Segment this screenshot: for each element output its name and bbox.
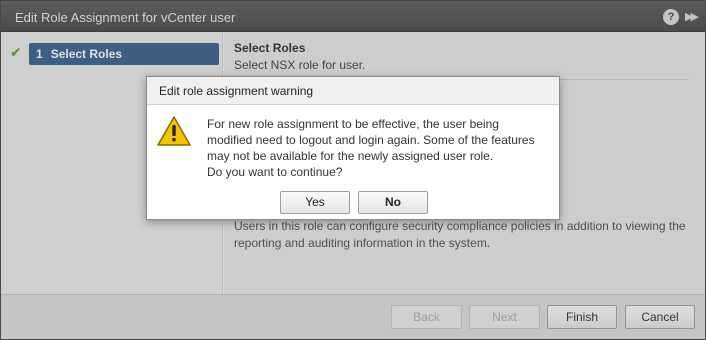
message-line: modified need to logout and login again.… — [207, 133, 535, 147]
dialog-message: For new role assignment to be effective,… — [207, 116, 547, 180]
message-line: Do you want to continue? — [207, 165, 343, 179]
dialog-header: Edit role assignment warning — [147, 77, 559, 105]
dialog-title: Edit role assignment warning — [159, 84, 314, 98]
message-line: may not be available for the newly assig… — [207, 149, 494, 163]
warning-dialog: Edit role assignment warning For new rol… — [146, 76, 560, 220]
message-line: For new role assignment to be effective,… — [207, 117, 499, 131]
no-button[interactable]: No — [358, 191, 428, 214]
yes-button[interactable]: Yes — [280, 191, 350, 214]
warning-triangle-icon — [157, 116, 191, 146]
